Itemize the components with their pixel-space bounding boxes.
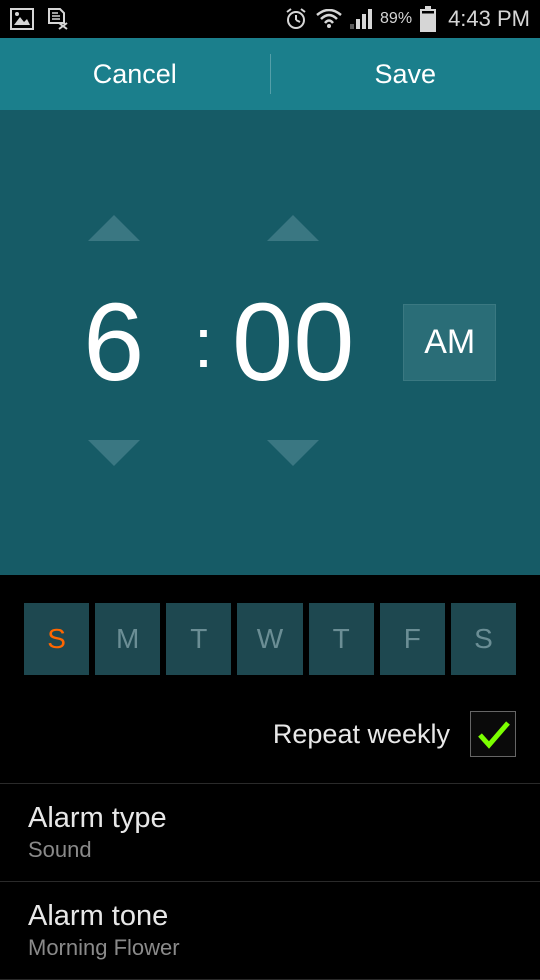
- document-icon: [46, 8, 68, 30]
- battery-icon: [420, 6, 436, 32]
- signal-icon: [350, 9, 372, 29]
- alarm-icon: [284, 7, 308, 31]
- minute-down-arrow[interactable]: [245, 418, 341, 493]
- day-sun[interactable]: S: [24, 603, 89, 675]
- hour-down-arrow[interactable]: [66, 418, 162, 493]
- setting-title: Alarm type: [28, 802, 512, 835]
- days-row: S M T W T F S: [24, 603, 516, 675]
- status-clock: 4:43 PM: [448, 6, 530, 32]
- time-row: 6 : 00 AM: [30, 193, 510, 493]
- status-bar: 89% 4:43 PM: [0, 0, 540, 38]
- minute-spinner: 00: [223, 193, 363, 493]
- day-thu[interactable]: T: [309, 603, 374, 675]
- repeat-weekly-label: Repeat weekly: [273, 719, 450, 750]
- hour-up-arrow[interactable]: [66, 193, 162, 268]
- wifi-icon: [316, 9, 342, 29]
- hour-spinner: 6: [44, 193, 184, 493]
- image-icon: [10, 8, 34, 30]
- cancel-button[interactable]: Cancel: [0, 59, 270, 90]
- setting-alarm-tone[interactable]: Alarm tone Morning Flower: [0, 882, 540, 980]
- ampm-toggle[interactable]: AM: [403, 304, 496, 381]
- repeat-weekly-row: Repeat weekly: [0, 685, 540, 784]
- time-colon: :: [194, 303, 213, 383]
- minute-up-arrow[interactable]: [245, 193, 341, 268]
- hour-value[interactable]: 6: [83, 268, 144, 418]
- day-wed[interactable]: W: [237, 603, 302, 675]
- setting-value: Morning Flower: [28, 935, 512, 961]
- repeat-weekly-checkbox[interactable]: [470, 711, 516, 757]
- save-button[interactable]: Save: [271, 59, 540, 90]
- setting-value: Sound: [28, 837, 512, 863]
- setting-title: Alarm tone: [28, 900, 512, 933]
- days-section: S M T W T F S: [0, 575, 540, 685]
- minute-value[interactable]: 00: [232, 268, 354, 418]
- battery-percent: 89%: [380, 10, 412, 28]
- day-tue[interactable]: T: [166, 603, 231, 675]
- check-icon: [474, 715, 512, 753]
- status-left: [10, 8, 68, 30]
- action-bar: Cancel Save: [0, 38, 540, 110]
- setting-alarm-type[interactable]: Alarm type Sound: [0, 784, 540, 882]
- status-right: 89% 4:43 PM: [284, 6, 530, 32]
- day-fri[interactable]: F: [380, 603, 445, 675]
- time-picker: 6 : 00 AM: [0, 110, 540, 575]
- day-mon[interactable]: M: [95, 603, 160, 675]
- day-sat[interactable]: S: [451, 603, 516, 675]
